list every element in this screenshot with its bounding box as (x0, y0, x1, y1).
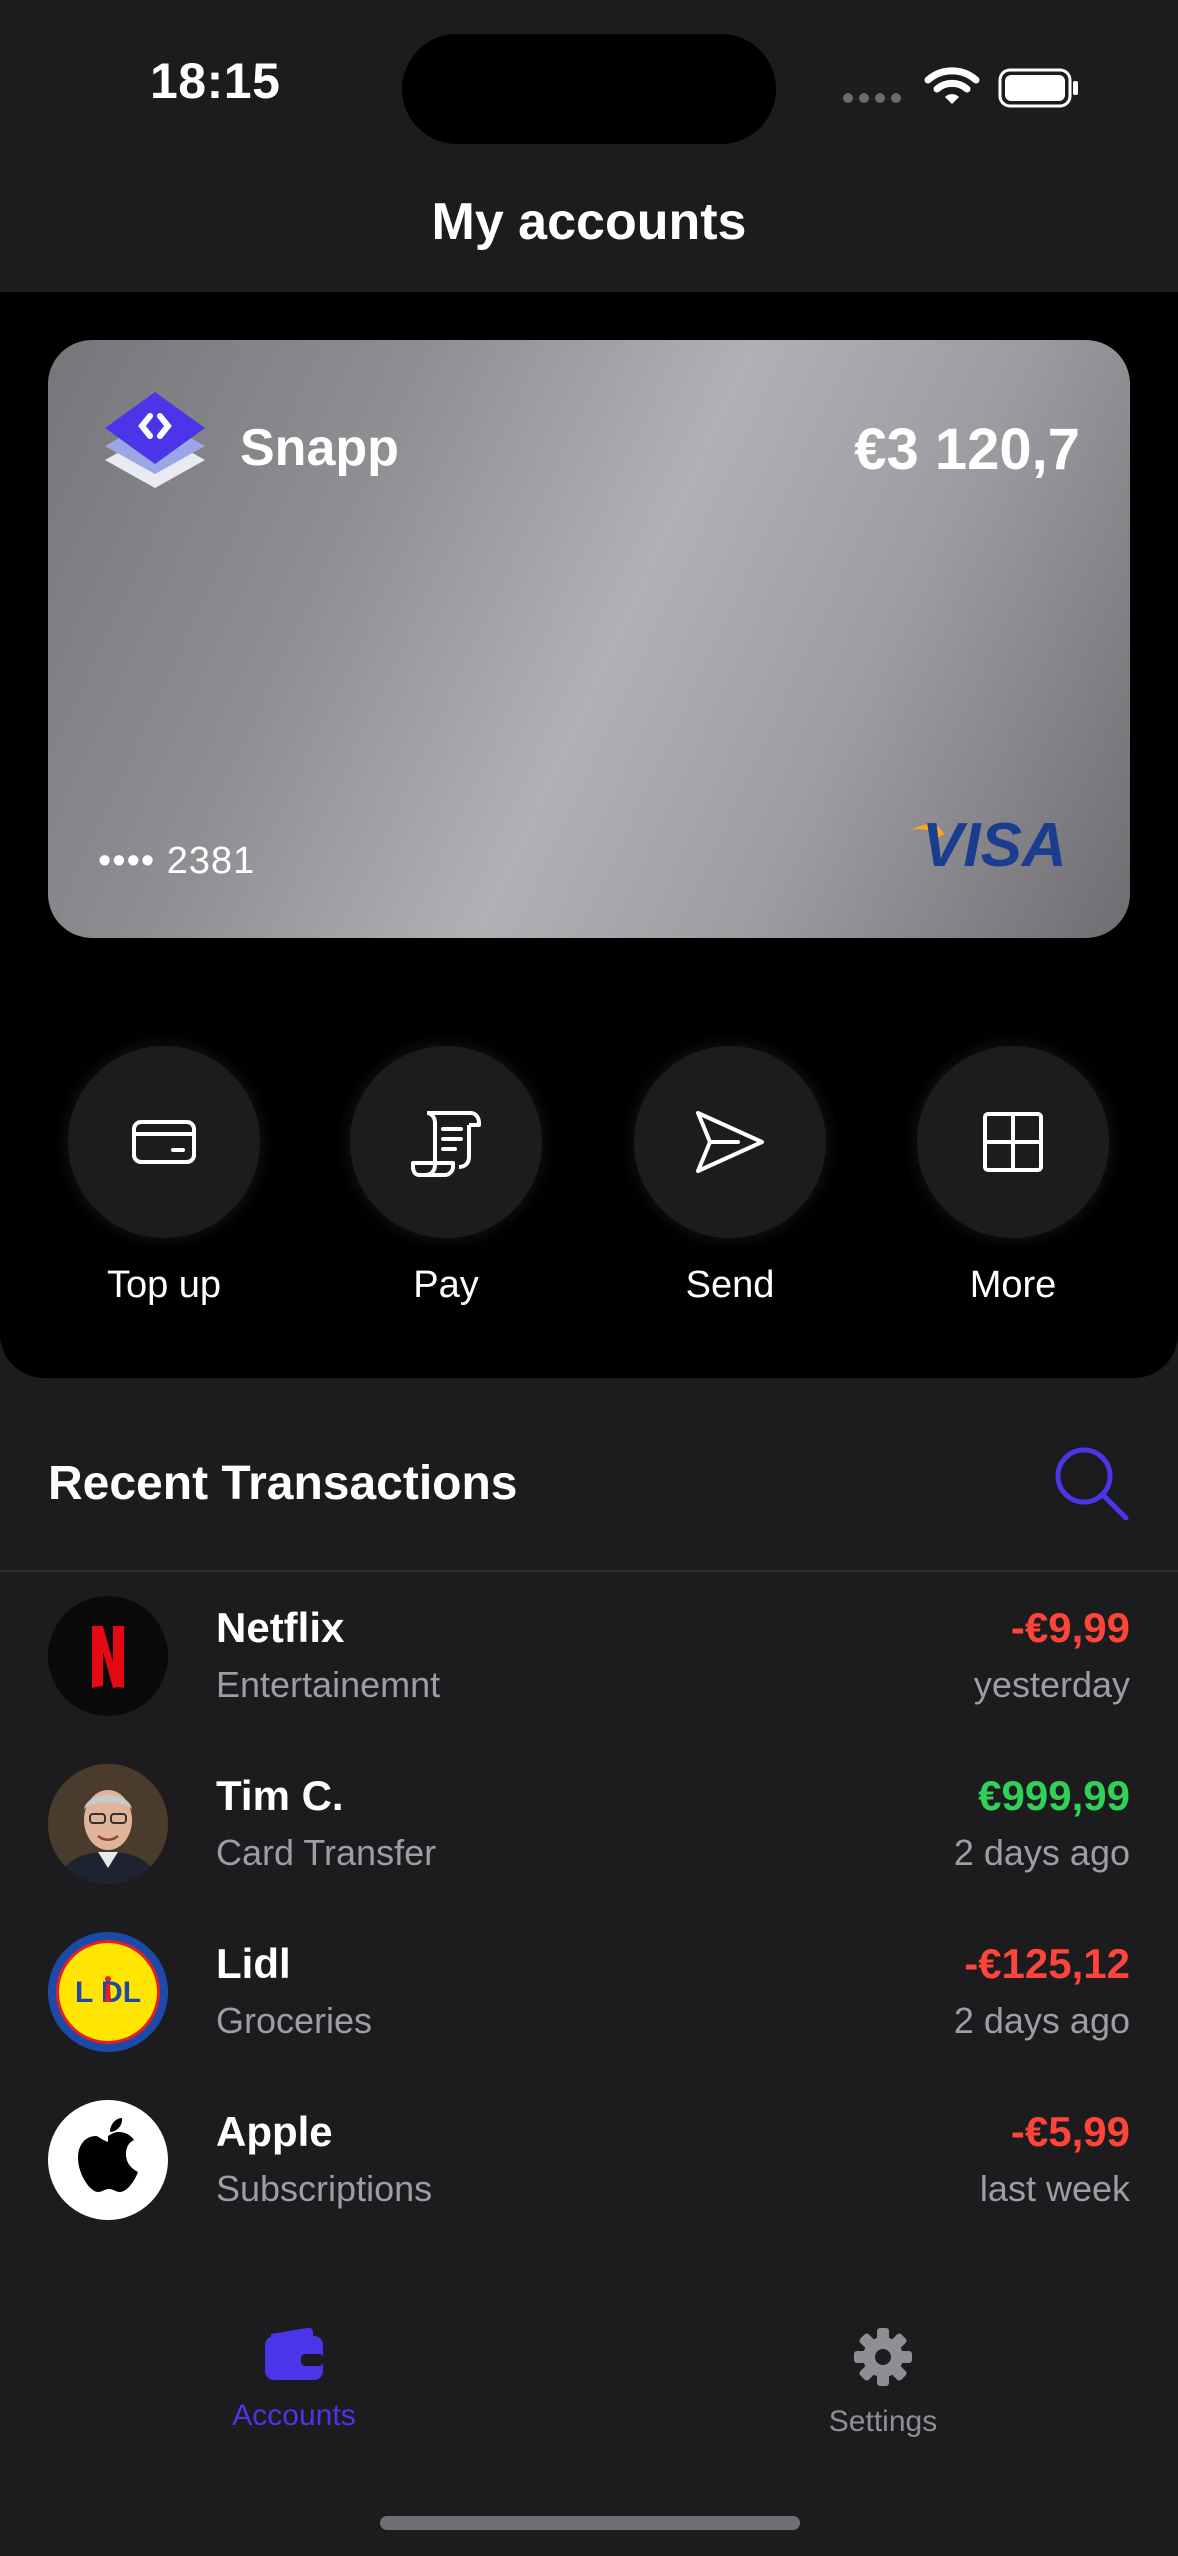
transaction-row[interactable]: Apple Subscriptions -€5,99 last week (0, 2100, 1178, 2268)
apple-logo-icon (78, 2118, 138, 2192)
snapp-logo-icon (105, 392, 205, 488)
home-indicator (380, 2516, 800, 2530)
top-up-circle[interactable] (68, 1046, 260, 1238)
pay-button[interactable]: Pay (350, 1046, 542, 1307)
transaction-time: yesterday (973, 1664, 1130, 1705)
cellular-signal-icon (843, 93, 901, 103)
lidl-logo-icon: L DL (48, 1932, 168, 2052)
status-time: 18:15 (150, 53, 281, 109)
transaction-category: Subscriptions (216, 2168, 433, 2209)
person-photo-image (48, 1764, 168, 1884)
send-icon (696, 1111, 764, 1173)
account-panel: Snapp €3 120,7 •••• 2381 VISA Top up Pay… (0, 292, 1178, 1378)
transaction-time: last week (979, 2168, 1130, 2209)
transaction-amount: -€125,12 (964, 1940, 1130, 1987)
transaction-category: Entertainemnt (216, 1664, 441, 1705)
card-balance: €3 120,7 (854, 417, 1080, 482)
transaction-name: Apple (216, 2108, 333, 2155)
more-circle[interactable] (917, 1046, 1109, 1238)
lidl-logo: L DL (48, 1932, 168, 2052)
bank-card[interactable]: Snapp €3 120,7 •••• 2381 VISA (48, 340, 1130, 938)
transaction-row[interactable]: Netflix Entertainemnt -€9,99 yesterday (0, 1596, 1178, 1764)
netflix-logo (48, 1596, 168, 1716)
grid-icon (983, 1112, 1043, 1172)
transaction-name: Tim C. (216, 1772, 344, 1819)
gear-icon (854, 2328, 912, 2386)
transaction-amount: €999,99 (978, 1772, 1130, 1819)
app-screen: 18:15 My accounts Snapp €3 120,7 •••• 23… (0, 0, 1178, 2556)
search-icon[interactable] (1052, 1444, 1132, 1524)
transaction-name: Netflix (216, 1604, 345, 1651)
transaction-category: Groceries (216, 2000, 373, 2041)
top-up-label: Top up (106, 1264, 222, 1306)
wifi-icon (924, 67, 980, 104)
person-photo (48, 1764, 168, 1884)
tab-accounts[interactable]: Accounts (184, 2326, 404, 2433)
tab-accounts-label: Accounts (232, 2399, 356, 2432)
card-brand-name: Snapp (240, 419, 399, 477)
netflix-logo-icon (92, 1626, 124, 1688)
visa-logo: VISA (912, 811, 1067, 878)
divider (0, 1570, 1178, 1572)
tab-settings[interactable]: Settings (773, 2326, 993, 2439)
tab-settings-label: Settings (828, 2405, 938, 2438)
send-circle[interactable] (634, 1046, 826, 1238)
transaction-time: 2 days ago (953, 1832, 1130, 1873)
card-icon (132, 1120, 196, 1164)
transaction-amount: -€9,99 (1010, 1604, 1130, 1651)
transaction-name: Lidl (216, 1940, 291, 1987)
transaction-row[interactable]: L DL Lidl Groceries -€125,12 2 days ago (0, 1932, 1178, 2100)
send-label: Send (685, 1264, 775, 1306)
dynamic-island (402, 34, 776, 144)
transaction-category: Card Transfer (216, 1832, 437, 1873)
transaction-row[interactable]: Tim C. Card Transfer €999,99 2 days ago (0, 1764, 1178, 1932)
more-button[interactable]: More (917, 1046, 1109, 1307)
pay-label: Pay (413, 1264, 479, 1306)
wallet-icon (265, 2327, 323, 2380)
card-network-label: VISA (922, 811, 1067, 878)
more-label: More (969, 1264, 1057, 1306)
top-up-button[interactable]: Top up (68, 1046, 260, 1307)
transaction-time: 2 days ago (953, 2000, 1130, 2041)
page-title: My accounts (431, 193, 747, 251)
card-number: •••• 2381 (98, 840, 256, 882)
apple-logo (48, 2100, 168, 2220)
receipt-icon (411, 1111, 481, 1177)
recent-transactions-title: Recent Transactions (48, 1457, 518, 1510)
send-button[interactable]: Send (634, 1046, 826, 1307)
battery-icon (998, 68, 1078, 108)
pay-circle[interactable] (350, 1046, 542, 1238)
transaction-amount: -€5,99 (1010, 2108, 1130, 2155)
